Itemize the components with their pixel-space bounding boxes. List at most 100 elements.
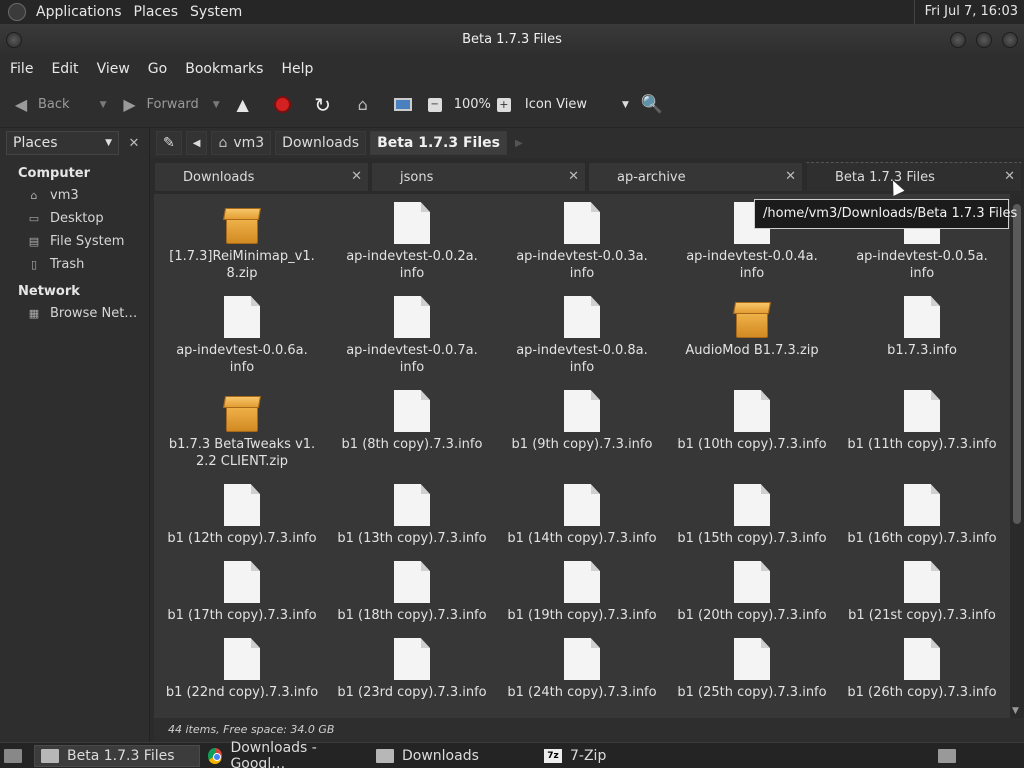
chevron-down-icon[interactable]: ▼ (1012, 706, 1019, 716)
file-item[interactable]: ap-indevtest-0.0.2a. info (327, 202, 497, 282)
file-item[interactable]: b1 (24th copy).7.3.info (497, 638, 667, 701)
close-icon[interactable]: ✕ (125, 136, 143, 151)
file-item[interactable]: b1 (22nd copy).7.3.info (157, 638, 327, 701)
menu-edit[interactable]: Edit (43, 61, 86, 77)
distro-logo-icon[interactable] (8, 3, 26, 21)
taskbar-item-7zip[interactable]: 7z 7-Zip (538, 745, 704, 767)
home-button[interactable]: ⌂ (346, 89, 386, 121)
menu-help[interactable]: Help (273, 61, 321, 77)
sidebar-item-trash[interactable]: ▯ Trash (0, 253, 149, 276)
file-item[interactable]: b1 (14th copy).7.3.info (497, 484, 667, 547)
menu-bookmarks[interactable]: Bookmarks (177, 61, 271, 77)
menu-view[interactable]: View (89, 61, 138, 77)
maximize-button[interactable] (976, 32, 992, 48)
minimize-button[interactable] (950, 32, 966, 48)
toolbar: ◀ Back ▼ ▶ Forward ▼ ▲ ↻ ⌂ − 100% + Icon… (0, 82, 1024, 128)
reload-button[interactable]: ↻ (306, 89, 346, 121)
taskbar-item-chrome[interactable]: Downloads - Googl… (202, 740, 368, 768)
zoom-in-button[interactable]: + (495, 89, 519, 121)
chevron-right-icon[interactable]: ▶ (515, 138, 523, 149)
zoom-out-button[interactable]: − (426, 89, 450, 121)
chevron-down-icon[interactable]: ▼ (100, 100, 107, 110)
file-item[interactable]: b1 (21st copy).7.3.info (837, 561, 1007, 624)
vertical-scrollbar[interactable]: ▼ (1010, 194, 1024, 718)
system-menu[interactable]: System (184, 4, 248, 20)
tab-downloads[interactable]: Downloads ✕ (154, 162, 369, 192)
text-file-icon (564, 561, 600, 603)
toggle-location-button[interactable]: ✎ (156, 131, 182, 155)
scrollbar-thumb[interactable] (1013, 204, 1021, 524)
workspace-switcher[interactable] (934, 745, 960, 767)
window-menu-button[interactable] (6, 32, 22, 48)
stop-button[interactable] (266, 89, 306, 121)
search-button[interactable]: 🔍 (635, 89, 675, 121)
text-file-icon (224, 638, 260, 680)
file-item[interactable]: [1.7.3]ReiMinimap_v1. 8.zip (157, 202, 327, 282)
applications-menu[interactable]: Applications (30, 4, 128, 20)
tab-ap-archive[interactable]: ap-archive ✕ (588, 162, 803, 192)
places-menu[interactable]: Places (128, 4, 185, 20)
view-mode-select[interactable]: Icon View ▼ (519, 89, 635, 121)
up-button[interactable]: ▲ (226, 89, 266, 121)
sidebar-item-file-system[interactable]: ▤ File System (0, 230, 149, 253)
taskbar-item-beta-files[interactable]: Beta 1.7.3 Files (34, 745, 200, 767)
window-titlebar[interactable]: Beta 1.7.3 Files (0, 24, 1024, 56)
file-item[interactable]: b1 (11th copy).7.3.info (837, 390, 1007, 453)
clock[interactable]: Fri Jul 7, 16:03 (913, 0, 1024, 24)
show-desktop-button[interactable] (2, 745, 24, 767)
text-file-icon (904, 484, 940, 526)
tab-beta-files[interactable]: Beta 1.7.3 Files ✕ (806, 162, 1022, 192)
path-scroll-left-button[interactable]: ◀ (185, 131, 208, 155)
file-item[interactable]: b1 (13th copy).7.3.info (327, 484, 497, 547)
file-item[interactable]: b1 (16th copy).7.3.info (837, 484, 1007, 547)
file-item[interactable]: b1 (23rd copy).7.3.info (327, 638, 497, 701)
breadcrumb-current[interactable]: Beta 1.7.3 Files (370, 131, 507, 155)
zoom-level[interactable]: 100% (450, 89, 495, 121)
sidebar-item-browse-network[interactable]: ▦ Browse Net… (0, 302, 149, 325)
file-item[interactable]: ap-indevtest-0.0.6a. info (157, 296, 327, 376)
file-item[interactable]: b1 (20th copy).7.3.info (667, 561, 837, 624)
file-item[interactable]: b1 (10th copy).7.3.info (667, 390, 837, 453)
side-pane-selector[interactable]: Places ▼ (6, 131, 119, 155)
text-file-icon (564, 390, 600, 432)
close-window-button[interactable] (1002, 32, 1018, 48)
breadcrumb-downloads[interactable]: Downloads (275, 131, 367, 155)
file-item[interactable]: b1 (25th copy).7.3.info (667, 638, 837, 701)
file-item[interactable]: b1.7.3 BetaTweaks v1. 2.2 CLIENT.zip (157, 390, 327, 470)
file-item[interactable]: ap-indevtest-0.0.7a. info (327, 296, 497, 376)
file-item[interactable]: ap-indevtest-0.0.3a. info (497, 202, 667, 282)
close-icon[interactable]: ✕ (351, 169, 362, 184)
text-file-icon (394, 638, 430, 680)
file-item[interactable]: AudioMod B1.7.3.zip (667, 296, 837, 359)
tab-jsons[interactable]: jsons ✕ (371, 162, 586, 192)
forward-button[interactable]: ▶ Forward ▼ (112, 89, 225, 121)
computer-button[interactable] (386, 89, 426, 121)
file-item[interactable]: b1 (8th copy).7.3.info (327, 390, 497, 453)
file-item[interactable]: b1 (19th copy).7.3.info (497, 561, 667, 624)
close-icon[interactable]: ✕ (568, 169, 579, 184)
file-name: ap-indevtest-0.0.2a. info (346, 249, 478, 281)
file-item[interactable]: b1 (15th copy).7.3.info (667, 484, 837, 547)
file-item[interactable]: ap-indevtest-0.0.8a. info (497, 296, 667, 376)
file-item[interactable]: b1 (26th copy).7.3.info (837, 638, 1007, 701)
file-name: b1 (20th copy).7.3.info (677, 608, 827, 623)
close-icon[interactable]: ✕ (1004, 169, 1015, 184)
close-icon[interactable]: ✕ (785, 169, 796, 184)
icon-view[interactable]: [1.7.3]ReiMinimap_v1. 8.zip ap-indevtest-… (154, 194, 1010, 718)
file-item[interactable]: b1 (18th copy).7.3.info (327, 561, 497, 624)
sidebar-item-desktop[interactable]: ▭ Desktop (0, 207, 149, 230)
menu-go[interactable]: Go (140, 61, 175, 77)
file-name: ap-indevtest-0.0.6a. info (176, 343, 308, 375)
sidebar-item-vm3[interactable]: ⌂ vm3 (0, 184, 149, 207)
file-item[interactable]: b1 (12th copy).7.3.info (157, 484, 327, 547)
text-file-icon (394, 390, 430, 432)
taskbar-item-downloads[interactable]: Downloads (370, 745, 536, 767)
chevron-down-icon[interactable]: ▼ (213, 100, 220, 110)
breadcrumb-vm3[interactable]: ⌂ vm3 (211, 131, 272, 155)
menu-file[interactable]: File (2, 61, 41, 77)
file-item[interactable]: b1 (9th copy).7.3.info (497, 390, 667, 453)
back-button[interactable]: ◀ Back ▼ (4, 89, 112, 121)
file-item[interactable]: b1 (17th copy).7.3.info (157, 561, 327, 624)
file-name: b1 (11th copy).7.3.info (847, 437, 997, 452)
file-item[interactable]: b1.7.3.info (837, 296, 1007, 359)
